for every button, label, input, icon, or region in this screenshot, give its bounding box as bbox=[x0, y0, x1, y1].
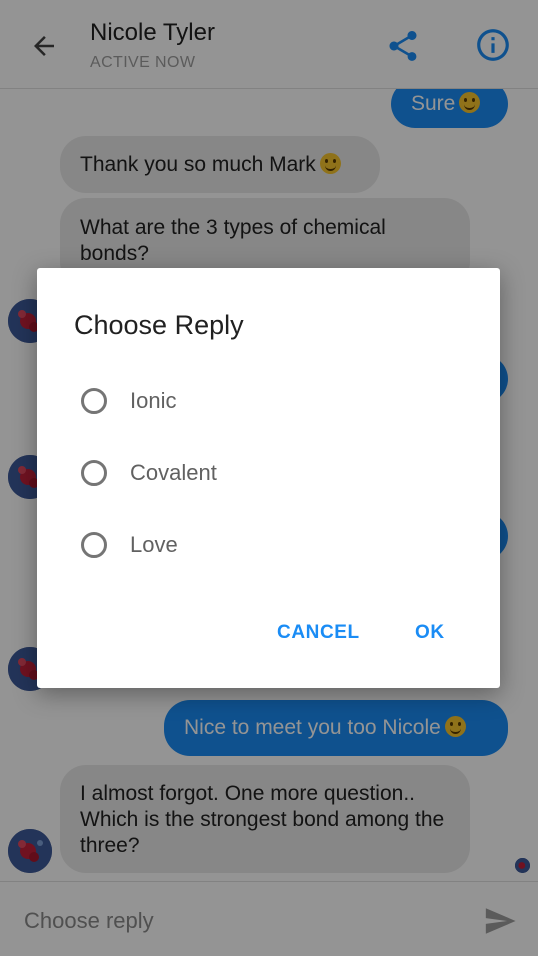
reply-option-love[interactable]: Love bbox=[81, 523, 461, 567]
reply-option-covalent[interactable]: Covalent bbox=[81, 451, 461, 495]
cancel-button[interactable]: CANCEL bbox=[277, 622, 360, 644]
reply-option-ionic[interactable]: Ionic bbox=[81, 379, 461, 423]
reply-option-label: Ionic bbox=[130, 388, 177, 413]
dialog-title: Choose Reply bbox=[74, 310, 244, 340]
reply-option-label: Love bbox=[130, 532, 178, 557]
ok-button[interactable]: OK bbox=[415, 622, 445, 644]
radio-button[interactable] bbox=[81, 388, 107, 414]
choose-reply-dialog: Choose Reply Ionic Covalent Love CANCEL … bbox=[37, 268, 500, 688]
reply-option-label: Covalent bbox=[130, 460, 217, 485]
radio-button[interactable] bbox=[81, 532, 107, 558]
radio-button[interactable] bbox=[81, 460, 107, 486]
